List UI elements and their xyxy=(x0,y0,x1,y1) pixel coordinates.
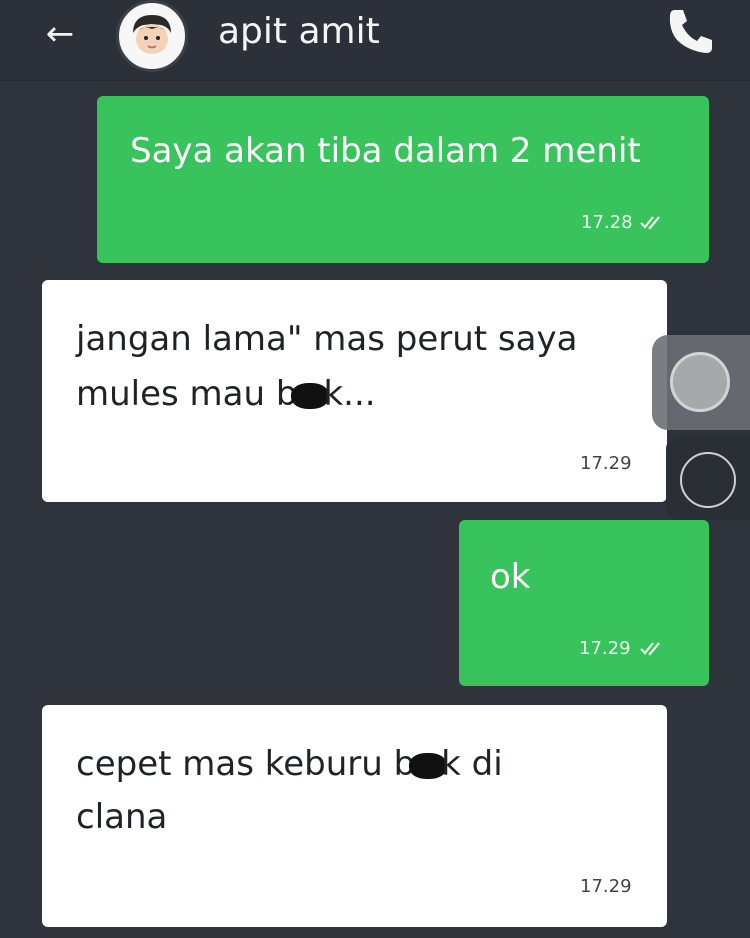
outgoing-message[interactable]: Saya akan tiba dalam 2 menit 17.28 xyxy=(97,96,709,263)
phone-icon[interactable] xyxy=(664,4,718,58)
message-text-line1: jangan lama" mas perut saya xyxy=(76,319,578,359)
avatar[interactable] xyxy=(116,0,188,72)
chat-header: ← apit amit xyxy=(0,0,750,81)
message-text: ok xyxy=(490,557,531,597)
message-text-line2: mules mau b k... xyxy=(76,374,376,414)
outgoing-message[interactable]: ok 17.29 xyxy=(459,520,709,686)
arrow-left-icon[interactable]: ← xyxy=(40,14,80,54)
cartoon-face-icon xyxy=(133,15,171,54)
incoming-message[interactable]: cepet mas keburu bk di clana 17.29 xyxy=(42,705,667,927)
incoming-message[interactable]: jangan lama" mas perut saya mules mau bk… xyxy=(42,280,667,502)
message-time: 17.28 xyxy=(581,212,633,233)
assistive-knob-icon[interactable] xyxy=(670,352,730,412)
message-text: Saya akan tiba dalam 2 menit xyxy=(130,131,641,171)
double-check-icon xyxy=(640,216,660,230)
contact-name[interactable]: apit amit xyxy=(218,8,380,56)
message-time: 17.29 xyxy=(580,453,632,474)
message-text-line2: clana xyxy=(76,797,168,837)
message-text-line1: cepet mas keburu bk di xyxy=(76,744,503,784)
message-time: 17.29 xyxy=(580,876,632,897)
double-check-icon xyxy=(640,642,660,656)
circle-icon[interactable] xyxy=(680,452,736,508)
message-time: 17.29 xyxy=(579,638,631,659)
